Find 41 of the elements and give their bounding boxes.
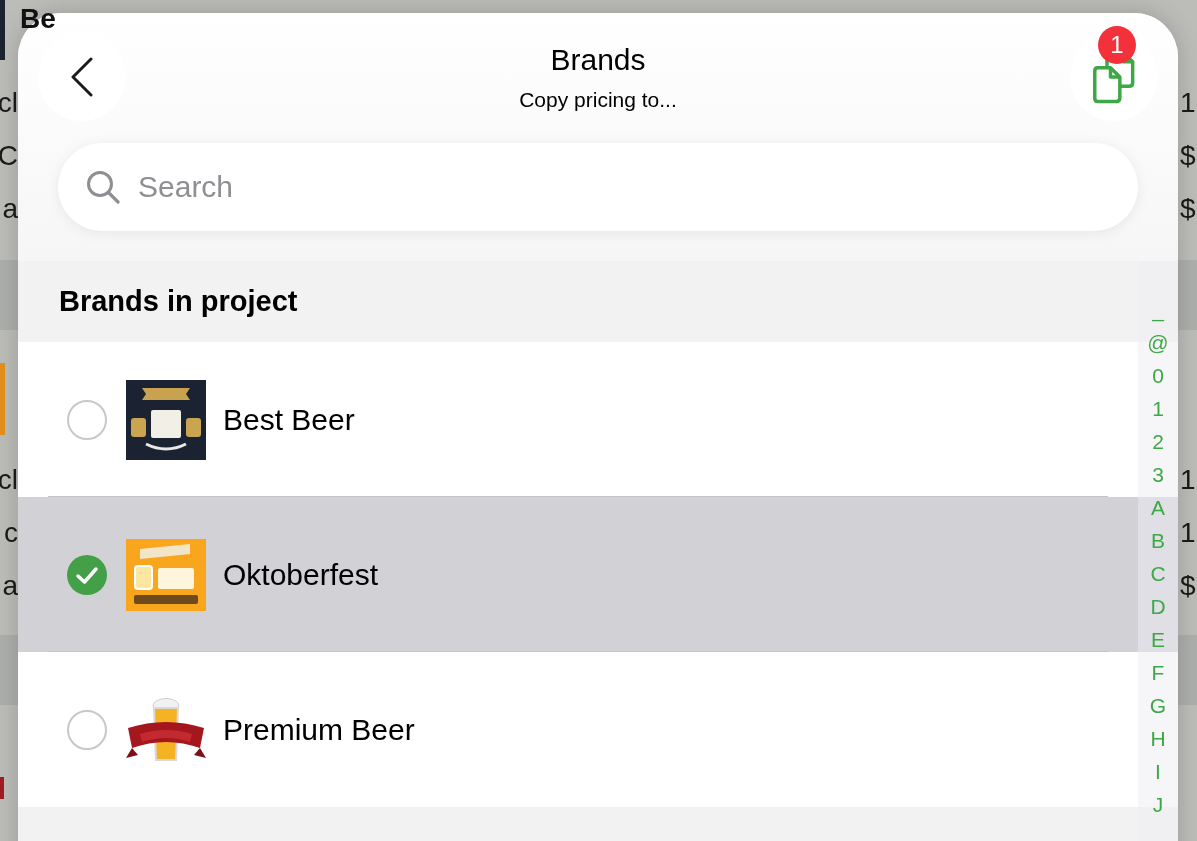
- index-letter[interactable]: 0: [1152, 359, 1164, 392]
- row-value: 1: [1180, 85, 1196, 120]
- radio-button[interactable]: [67, 709, 107, 750]
- brand-name: Best Beer: [223, 401, 355, 438]
- row-label: C: [0, 138, 18, 173]
- count-badge: 1: [1098, 26, 1136, 64]
- row-value: $: [1180, 191, 1196, 226]
- search-icon: [86, 170, 120, 204]
- index-letter[interactable]: B: [1151, 524, 1165, 557]
- beer-glass-icon: [126, 697, 206, 762]
- list-title: Be: [20, 2, 56, 36]
- index-letter[interactable]: I: [1155, 755, 1161, 788]
- logo-thumbnail: [0, 363, 5, 435]
- index-letter[interactable]: F: [1151, 656, 1165, 689]
- index-letter[interactable]: G: [1149, 689, 1167, 722]
- radio-button[interactable]: [67, 399, 107, 440]
- row-value: 1: [1180, 515, 1196, 550]
- sheet-title: Brands: [550, 42, 646, 78]
- index-letter[interactable]: 1: [1152, 392, 1164, 425]
- row-value: 1: [1180, 462, 1196, 497]
- index-letter[interactable]: C: [1150, 557, 1166, 590]
- mug-emblem-icon: [126, 379, 206, 460]
- brand-name: Oktoberfest: [223, 556, 379, 593]
- brand-name: Premium Beer: [223, 711, 415, 748]
- radio-button[interactable]: [67, 554, 107, 595]
- logo-thumbnail: [0, 0, 5, 60]
- row-label: c: [4, 515, 18, 550]
- logo-thumbnail: [0, 777, 4, 799]
- back-icon: [71, 57, 93, 97]
- row-value: $: [1180, 138, 1196, 173]
- index-letter[interactable]: H: [1150, 722, 1166, 755]
- index-letter[interactable]: D: [1150, 590, 1166, 623]
- index-letter[interactable]: _: [1152, 293, 1164, 326]
- row-value: $: [1180, 568, 1196, 603]
- search-field[interactable]: Search: [58, 143, 1138, 231]
- index-letter[interactable]: 2: [1152, 425, 1164, 458]
- row-label: a: [2, 191, 18, 226]
- sheet-subtitle: Copy pricing to...: [519, 87, 677, 113]
- mug-label-icon: [126, 538, 206, 611]
- index-letter[interactable]: 3: [1152, 458, 1164, 491]
- row-label: a: [2, 568, 18, 603]
